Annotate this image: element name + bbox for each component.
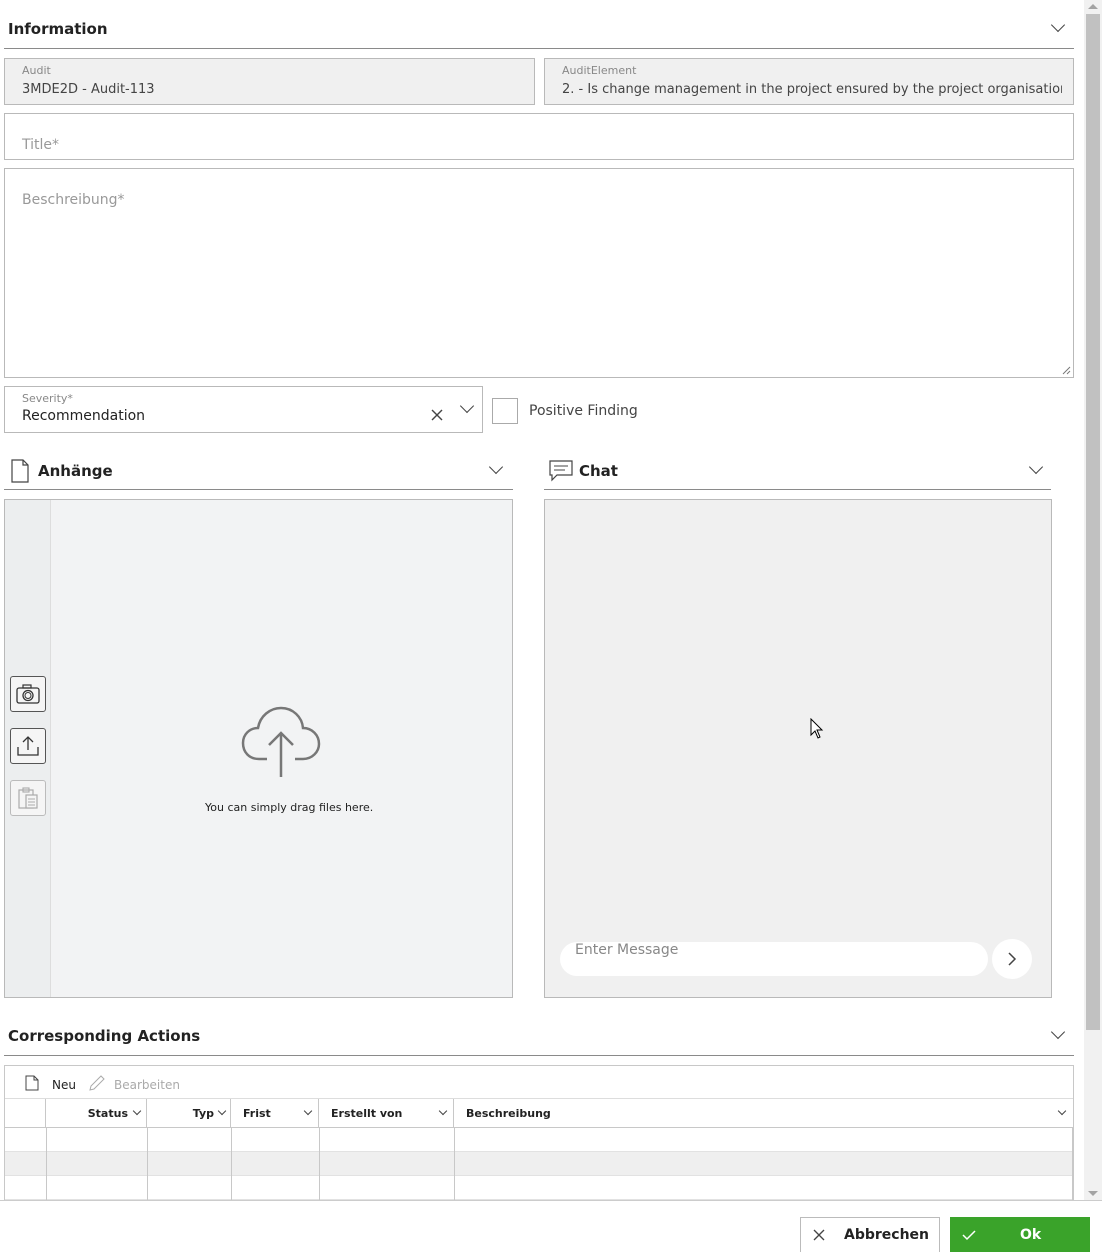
dialog-footer: Abbrechen Ok — [0, 1200, 1102, 1252]
chat-message-input[interactable]: Enter Message — [560, 942, 988, 976]
column-typ[interactable]: Typ — [147, 1099, 231, 1127]
actions-grid: Neu Bearbeiten Status Typ Frist Erstellt… — [4, 1065, 1074, 1200]
upload-icon — [17, 736, 39, 756]
table-row[interactable] — [5, 1128, 1073, 1152]
paste-icon — [18, 787, 38, 809]
audit-element-label: AuditElement — [562, 64, 637, 77]
audit-field: Audit 3MDE2D - Audit-113 — [4, 58, 535, 105]
chevron-down-icon[interactable] — [217, 1106, 227, 1116]
actions-toolbar: Neu Bearbeiten — [5, 1066, 1073, 1099]
close-icon — [813, 1229, 825, 1241]
description-placeholder: Beschreibung* — [22, 192, 125, 208]
severity-select[interactable]: Severity* Recommendation — [4, 386, 483, 433]
cancel-label: Abbrechen — [844, 1227, 930, 1243]
chevron-down-icon[interactable] — [488, 459, 504, 475]
dropzone-text: You can simply drag files here. — [205, 801, 374, 814]
chevron-down-icon[interactable] — [132, 1106, 142, 1116]
severity-label: Severity* — [22, 392, 73, 405]
information-header[interactable]: Information — [4, 10, 1074, 49]
chat-title: Chat — [579, 461, 618, 480]
column-status[interactable]: Status — [46, 1099, 147, 1127]
actions-header[interactable]: Corresponding Actions — [4, 1017, 1074, 1056]
title-input[interactable]: Title* — [4, 113, 1074, 160]
resize-handle-icon[interactable] — [1061, 365, 1071, 375]
attachments-header[interactable]: Anhänge — [4, 452, 513, 490]
pencil-icon — [89, 1075, 105, 1091]
edit-label: Bearbeiten — [114, 1078, 180, 1092]
chevron-right-icon — [1008, 952, 1017, 966]
cloud-upload-icon — [241, 706, 321, 777]
edit-button[interactable]: Bearbeiten — [88, 1074, 180, 1092]
new-button[interactable]: Neu — [25, 1074, 76, 1092]
chevron-down-icon[interactable] — [459, 398, 475, 414]
audit-element-field: AuditElement 2. - Is change management i… — [544, 58, 1074, 105]
scroll-up-icon[interactable] — [1088, 4, 1098, 9]
attachments-title: Anhänge — [38, 461, 113, 480]
column-beschreibung[interactable]: Beschreibung — [454, 1099, 1073, 1127]
table-row[interactable] — [5, 1152, 1073, 1176]
form-scroll-area: Information Audit 3MDE2D - Audit-113 Aud… — [0, 0, 1084, 1200]
description-textarea[interactable]: Beschreibung* — [4, 168, 1074, 378]
attachments-dropzone[interactable]: You can simply drag files here. — [4, 499, 513, 998]
positive-finding-checkbox[interactable] — [492, 398, 518, 424]
ok-label: Ok — [1020, 1227, 1042, 1243]
chat-icon — [549, 459, 573, 481]
mouse-cursor-icon — [810, 718, 824, 739]
table-row[interactable] — [5, 1176, 1073, 1200]
chat-input-placeholder: Enter Message — [575, 942, 679, 958]
actions-title: Corresponding Actions — [8, 1027, 201, 1045]
clear-icon[interactable] — [431, 409, 443, 421]
severity-value: Recommendation — [22, 408, 146, 424]
scroll-down-icon[interactable] — [1088, 1191, 1098, 1196]
chevron-down-icon[interactable] — [1057, 1106, 1067, 1116]
chevron-down-icon[interactable] — [1050, 1024, 1066, 1040]
paste-button[interactable] — [10, 780, 46, 816]
attachments-toolstrip — [5, 500, 51, 997]
chevron-down-icon[interactable] — [438, 1106, 448, 1116]
chat-panel: Enter Message — [544, 499, 1052, 998]
chevron-down-icon[interactable] — [1050, 17, 1066, 33]
document-icon — [11, 458, 29, 483]
ok-button[interactable]: Ok — [950, 1217, 1090, 1252]
new-label: Neu — [52, 1078, 76, 1092]
document-icon — [25, 1075, 39, 1091]
select-column[interactable] — [5, 1099, 46, 1127]
audit-element-value: 2. - Is change management in the project… — [562, 82, 1062, 97]
chevron-down-icon[interactable] — [1028, 459, 1044, 475]
column-frist[interactable]: Frist — [231, 1099, 319, 1127]
audit-value: 3MDE2D - Audit-113 — [22, 82, 155, 97]
title-placeholder: Title* — [22, 137, 60, 153]
send-button[interactable] — [992, 939, 1032, 979]
audit-label: Audit — [22, 64, 51, 77]
cancel-button[interactable]: Abbrechen — [800, 1217, 940, 1252]
information-title: Information — [8, 20, 108, 38]
camera-icon — [16, 684, 40, 704]
chat-header[interactable]: Chat — [544, 452, 1051, 490]
upload-button[interactable] — [10, 728, 46, 764]
camera-button[interactable] — [10, 676, 46, 712]
vertical-scrollbar[interactable] — [1084, 0, 1102, 1200]
column-erstellt-von[interactable]: Erstellt von — [319, 1099, 454, 1127]
positive-finding-label: Positive Finding — [529, 403, 638, 419]
scrollbar-thumb[interactable] — [1086, 14, 1100, 1030]
actions-grid-header: Status Typ Frist Erstellt von Beschreibu… — [5, 1099, 1073, 1128]
chevron-down-icon[interactable] — [303, 1106, 313, 1116]
checkmark-icon — [962, 1230, 976, 1241]
